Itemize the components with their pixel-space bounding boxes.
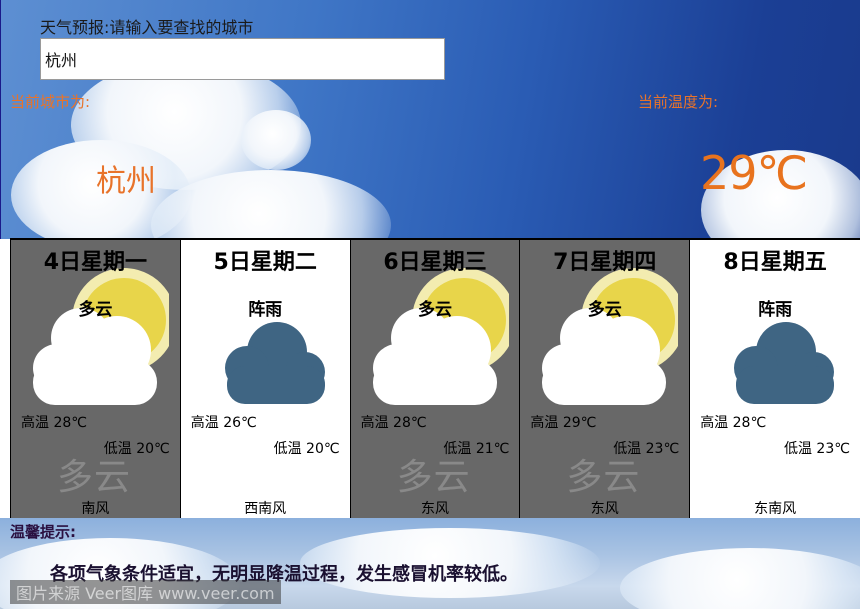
- forecast-day-card: 6日星期三 多云 高温 28℃ 低温 21℃ 多云 东风: [349, 239, 521, 519]
- partly-cloudy-icon: [538, 260, 686, 410]
- current-temp-label: 当前温度为:: [638, 93, 719, 111]
- forecast-high-temp: 高温 26℃: [190, 415, 257, 431]
- search-prompt: 天气预报:请输入要查找的城市: [40, 18, 254, 37]
- current-temp-value: 29℃: [700, 146, 808, 200]
- rain-cloud-icon: [708, 260, 848, 410]
- forecast-condition: 多云: [417, 300, 452, 320]
- current-city-label: 当前城市为:: [10, 93, 91, 111]
- forecast-low-temp: 低温 20℃: [273, 441, 340, 457]
- forecast-date: 5日星期二: [213, 250, 317, 275]
- current-city-value: 杭州: [96, 164, 156, 199]
- forecast-wind: 东南风: [754, 501, 797, 517]
- forecast-wind: 东风: [420, 501, 449, 517]
- rain-cloud-icon: [199, 260, 339, 410]
- forecast-date: 4日星期一: [43, 250, 148, 275]
- forecast-date: 7日星期四: [553, 250, 657, 275]
- partly-cloudy-icon: [29, 260, 176, 410]
- forecast-condition: 多云: [78, 300, 113, 320]
- forecast-condition: 阵雨: [248, 300, 283, 320]
- forecast-row: 4日星期一 多云 高温 28℃ 低温 20℃ 多云 南风 5日星期二 阵雨 高温…: [10, 238, 860, 519]
- condition-watermark: 多云: [396, 457, 471, 498]
- forecast-condition: 多云: [587, 300, 622, 320]
- partly-cloudy-icon: [369, 260, 516, 410]
- photo-credit-watermark: 图片来源 Veer图库 www.veer.com: [10, 580, 281, 604]
- forecast-high-temp: 高温 28℃: [360, 415, 427, 431]
- forecast-high-temp: 高温 28℃: [21, 415, 87, 431]
- forecast-date: 6日星期三: [383, 250, 487, 275]
- tips-title: 温馨提示:: [10, 523, 76, 541]
- forecast-low-temp: 低温 23℃: [783, 441, 850, 457]
- city-search-input[interactable]: [40, 38, 445, 80]
- forecast-high-temp: 高温 28℃: [700, 415, 767, 431]
- condition-watermark: 多云: [566, 457, 641, 498]
- forecast-wind: 东风: [590, 501, 619, 517]
- condition-watermark: 多云: [57, 457, 132, 498]
- forecast-day-card: 7日星期四 多云 高温 29℃ 低温 23℃ 多云 东风: [519, 239, 691, 519]
- forecast-day-card: 5日星期二 阵雨 高温 26℃ 低温 20℃ 西南风: [179, 239, 351, 519]
- forecast-high-temp: 高温 29℃: [530, 415, 597, 431]
- forecast-day-card: 8日星期五 阵雨 高温 28℃ 低温 23℃ 东南风: [689, 239, 860, 519]
- forecast-condition: 阵雨: [758, 300, 793, 320]
- forecast-date: 8日星期五: [723, 250, 827, 275]
- forecast-wind: 西南风: [244, 501, 287, 517]
- forecast-wind: 南风: [81, 501, 110, 517]
- forecast-day-card: 4日星期一 多云 高温 28℃ 低温 20℃ 多云 南风: [10, 239, 181, 519]
